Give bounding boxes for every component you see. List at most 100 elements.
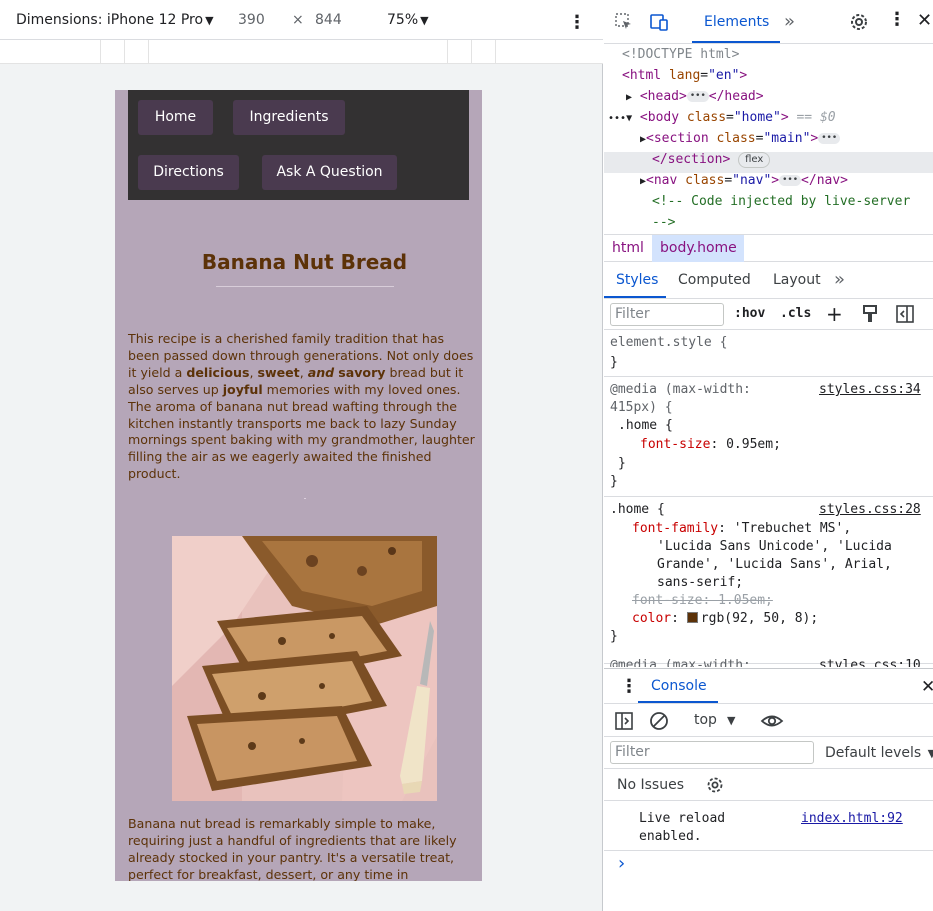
cls-toggle[interactable]: .cls <box>780 306 811 321</box>
phone-viewport: Home Ingredients Directions Ask A Questi… <box>115 90 482 881</box>
ellipsis-badge[interactable]: ••• <box>779 175 802 186</box>
rule-selector: element.style { <box>610 335 728 350</box>
tab-computed[interactable]: Computed <box>678 272 751 288</box>
prop-value: sans-serif; <box>657 575 744 590</box>
rule-selector: .home { <box>618 418 673 433</box>
heading-underline <box>216 286 394 287</box>
source-link[interactable]: styles.css:34 <box>819 381 921 399</box>
drawer-menu-icon[interactable]: ⋮ <box>620 676 638 697</box>
console-filter-input[interactable]: Filter <box>610 741 814 764</box>
source-link[interactable]: styles.css:28 <box>819 501 921 519</box>
css-rule-media-415[interactable]: @media (max-width: styles.css:34 415px) … <box>604 378 933 497</box>
nav-ask-question-button[interactable]: Ask A Question <box>262 155 397 190</box>
bold-text: delicious <box>186 364 250 380</box>
device-select[interactable]: Dimensions: iPhone 12 Pro ▼ <box>16 12 214 28</box>
tag-text: </section> <box>652 152 731 167</box>
expand-triangle-icon[interactable]: ▶ <box>626 92 632 103</box>
tab-console[interactable]: Console <box>651 678 707 694</box>
ruler-tick <box>100 40 101 64</box>
eye-icon[interactable] <box>760 711 784 731</box>
context-select[interactable]: top ▼ <box>694 712 735 728</box>
styles-pane: element.style { } @media (max-width: sty… <box>604 331 933 667</box>
attr-value: "home" <box>733 110 781 125</box>
dom-node[interactable]: <html lang="en"> <box>622 66 747 86</box>
gear-icon[interactable] <box>848 11 870 33</box>
tab-elements[interactable]: Elements <box>704 14 769 30</box>
attr-name: class <box>716 131 756 146</box>
close-icon[interactable]: ✕ <box>917 10 932 31</box>
no-issues-label[interactable]: No Issues <box>617 777 684 793</box>
dom-node[interactable]: <!DOCTYPE html> <box>622 45 739 65</box>
message-source-link[interactable]: index.html:92 <box>801 811 903 826</box>
tag-text: <head> <box>639 89 687 104</box>
sidebar-icon[interactable] <box>615 712 633 730</box>
height-input[interactable]: 844 <box>315 12 342 28</box>
media-query-ruler[interactable] <box>0 40 603 64</box>
more-options-icon[interactable]: ⋮ <box>888 9 906 30</box>
dom-node[interactable]: ▶<nav class="nav"> ••• </nav> <box>640 171 848 191</box>
zoom-select[interactable]: 75% ▼ <box>387 12 429 28</box>
collapse-triangle-icon[interactable]: ▼ <box>626 113 632 124</box>
bold-italic-text: and <box>307 364 335 380</box>
css-declaration[interactable]: font-size: 0.95em; <box>640 436 781 454</box>
css-rule-element-style[interactable]: element.style { } <box>604 331 933 377</box>
console-filter-row: Filter Default levels ▼ <box>604 737 933 769</box>
more-options-icon[interactable]: ⋮ <box>568 12 586 33</box>
attr-value: "main" <box>763 131 811 146</box>
css-rule-home[interactable]: .home { styles.css:28 font-family: 'Treb… <box>604 498 933 664</box>
more-tabs-icon[interactable]: » <box>834 269 845 290</box>
tag-text: <html <box>622 68 662 83</box>
css-rule-media[interactable]: @media (max-width: styles.css:10 <box>604 658 933 667</box>
overridden-declaration[interactable]: font-size: 1.05em; <box>632 592 773 610</box>
console-drawer-header: ⋮ Console ✕ <box>604 668 933 704</box>
ellipsis-badge[interactable]: ••• <box>686 91 709 102</box>
device-toolbar: Dimensions: iPhone 12 Pro ▼ 390 × 844 75%… <box>0 0 603 40</box>
gear-icon[interactable] <box>705 775 725 795</box>
sidebar-toggle-icon[interactable] <box>896 305 914 323</box>
dom-node[interactable]: ▶<section class="main"> ••• <box>640 129 841 149</box>
source-link-text: styles.css:10 <box>819 658 921 667</box>
flex-badge[interactable]: flex <box>738 151 771 168</box>
device-toggle-icon[interactable] <box>648 12 670 32</box>
tag-text: <body <box>639 110 680 125</box>
rule-brace: } <box>610 474 618 489</box>
hov-toggle[interactable]: :hov <box>734 306 765 321</box>
ruler-tick <box>124 40 125 64</box>
nav-ingredients-button[interactable]: Ingredients <box>233 100 345 135</box>
nav-home-button[interactable]: Home <box>138 100 213 135</box>
console-toolbar: top ▼ <box>604 705 933 737</box>
breadcrumb-body[interactable]: body.home <box>660 240 737 256</box>
source-link[interactable]: styles.css:10 <box>819 657 921 667</box>
prop-name: font-size <box>640 437 711 452</box>
dom-node[interactable]: </section> flex <box>652 150 771 170</box>
ruler-tick <box>148 40 149 64</box>
clear-console-icon[interactable] <box>649 711 669 731</box>
css-declaration[interactable]: font-family: 'Trebuchet MS', <box>632 520 851 538</box>
ellipsis-badge[interactable]: ••• <box>818 133 841 144</box>
dom-node-selected[interactable]: •••▼ <body class="home"> == $0 <box>608 108 836 128</box>
context-label: top <box>694 712 717 728</box>
log-levels-select[interactable]: Default levels ▼ <box>825 745 933 761</box>
css-declaration[interactable]: color: rgb(92, 50, 8); <box>632 610 818 628</box>
tab-styles[interactable]: Styles <box>616 272 658 288</box>
more-tabs-icon[interactable]: » <box>784 11 795 32</box>
tag-text: <nav <box>646 173 678 188</box>
paint-brush-icon[interactable] <box>862 305 878 323</box>
text-run: , <box>299 364 308 380</box>
dom-comment[interactable]: --> <box>652 213 675 233</box>
breadcrumb-html[interactable]: html <box>612 240 644 256</box>
nav-directions-button[interactable]: Directions <box>138 155 239 190</box>
close-drawer-icon[interactable]: ✕ <box>921 677 933 697</box>
tab-layout[interactable]: Layout <box>773 272 821 288</box>
tag-text: </head> <box>708 89 764 104</box>
add-rule-icon[interactable]: + <box>826 302 843 326</box>
device-emulation-pane: Dimensions: iPhone 12 Pro ▼ 390 × 844 75%… <box>0 0 603 911</box>
console-message: Live reload enabled. index.html:92 <box>604 801 933 851</box>
styles-filter-input[interactable]: Filter <box>610 303 724 326</box>
inspect-element-icon[interactable] <box>614 12 634 32</box>
dom-comment[interactable]: <!-- Code injected by live-server <box>652 192 910 212</box>
dom-node[interactable]: ▶ <head> ••• </head> <box>626 87 764 107</box>
width-input[interactable]: 390 <box>238 12 265 28</box>
color-swatch[interactable] <box>686 612 698 623</box>
console-prompt[interactable]: › <box>618 853 625 874</box>
